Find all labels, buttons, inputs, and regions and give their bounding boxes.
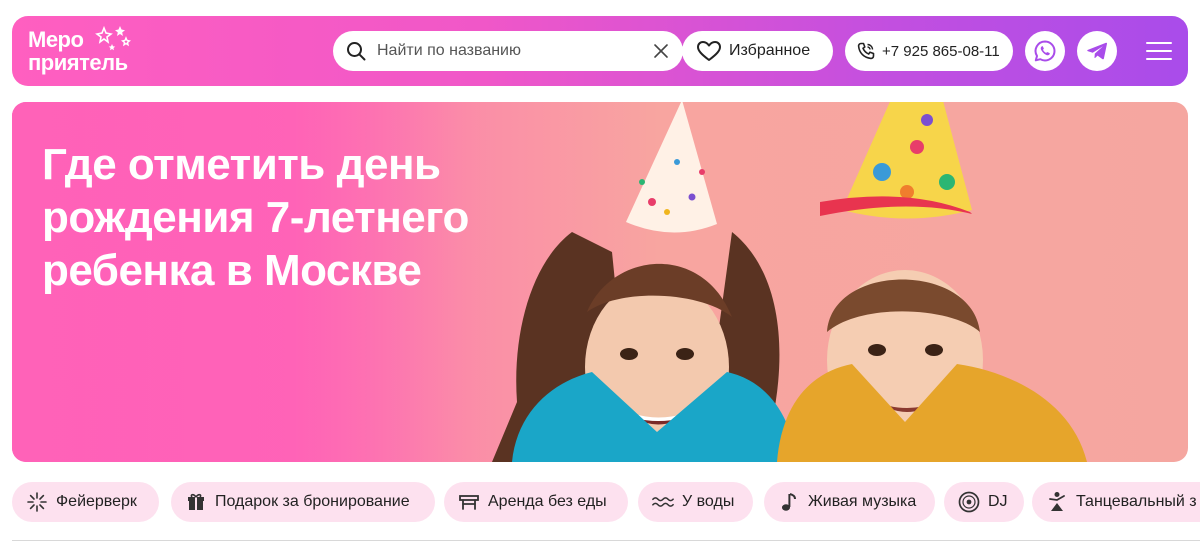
chip-label: Живая музыка (808, 493, 917, 510)
heart-icon (697, 41, 721, 61)
search-box (333, 31, 683, 71)
telegram-button[interactable] (1077, 31, 1117, 71)
chip-dance[interactable]: Танцевальный з (1032, 482, 1200, 522)
dancer-icon (1046, 491, 1068, 513)
chip-label: У воды (682, 493, 735, 510)
chip-label: DJ (988, 493, 1008, 510)
chip-live-music[interactable]: Живая музыка (764, 482, 935, 522)
vinyl-icon (958, 491, 980, 513)
filter-chips: Фейерверк Подарок за бронирование Аренда… (12, 482, 1200, 522)
hero-title: Где отметить день рождения 7-летнего реб… (42, 140, 469, 295)
favorites-button[interactable]: Избранное (682, 31, 833, 71)
telegram-icon (1087, 42, 1108, 60)
search-icon (347, 42, 366, 61)
search-input[interactable] (377, 39, 627, 63)
hero-banner: Где отметить день рождения 7-летнего реб… (12, 102, 1188, 462)
gift-icon (185, 491, 207, 513)
divider (12, 540, 1200, 541)
whatsapp-icon (1034, 40, 1056, 62)
chip-label: Подарок за бронирование (215, 493, 410, 510)
phone-icon (857, 42, 875, 60)
table-icon (458, 491, 480, 513)
favorites-label: Избранное (729, 42, 811, 59)
logo-text-line2: приятель (28, 50, 128, 75)
chip-label: Аренда без еды (488, 493, 607, 510)
chip-rent-no-food[interactable]: Аренда без еды (444, 482, 628, 522)
chip-gift[interactable]: Подарок за бронирование (171, 482, 435, 522)
music-note-icon (778, 491, 800, 513)
chip-label: Танцевальный з (1076, 493, 1197, 510)
phone-button[interactable]: +7 925 865-08-11 (845, 31, 1013, 71)
chip-dj[interactable]: DJ (944, 482, 1024, 522)
chip-fireworks[interactable]: Фейерверк (12, 482, 159, 522)
whatsapp-button[interactable] (1025, 31, 1065, 71)
phone-number: +7 925 865-08-11 (882, 42, 1000, 60)
chip-water[interactable]: У воды (638, 482, 753, 522)
clear-search-icon[interactable] (653, 43, 669, 59)
chip-label: Фейерверк (56, 493, 137, 510)
firework-icon (26, 491, 48, 513)
logo[interactable]: Меро приятель (28, 24, 148, 78)
top-header: Меро приятель Избранное +7 9 (12, 16, 1188, 86)
water-icon (652, 491, 674, 513)
menu-icon[interactable] (1146, 42, 1172, 60)
